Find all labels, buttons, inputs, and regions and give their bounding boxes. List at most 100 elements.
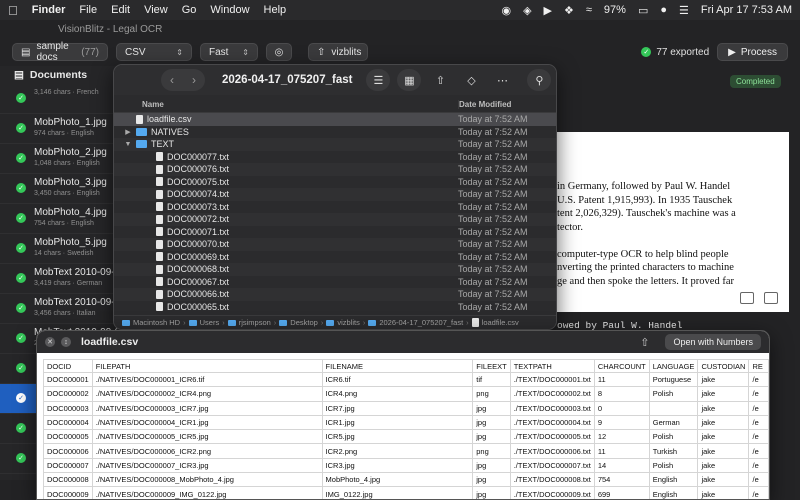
menu-view[interactable]: View: [144, 4, 168, 16]
document-list-item[interactable]: ✓ MobText 2010-09-01 3,456 chars · Italian: [0, 294, 117, 324]
process-button[interactable]: ▶ Process: [717, 43, 788, 61]
path-segment[interactable]: Macintosh HD: [133, 318, 180, 327]
copy-icon[interactable]: [764, 292, 778, 304]
completed-check-icon: ✓: [16, 183, 26, 193]
control-center-icon[interactable]: ☰: [679, 4, 689, 17]
battery-percent[interactable]: 97%: [604, 4, 626, 16]
back-arrow-icon[interactable]: ‹: [161, 73, 183, 87]
camera-icon[interactable]: ◉: [501, 4, 511, 17]
window-title: VisionBlitz - Legal OCR: [58, 23, 163, 35]
mode-select[interactable]: Fast ⇕: [200, 43, 258, 61]
csv-cell: jake: [697, 486, 750, 499]
tag-icon: ◇: [467, 74, 476, 87]
path-segment[interactable]: Desktop: [290, 318, 318, 327]
path-segment[interactable]: 2026-04-17_075207_fast: [379, 318, 463, 327]
path-segment[interactable]: Users: [200, 318, 220, 327]
menu-file[interactable]: File: [79, 4, 97, 16]
document-list-item[interactable]: ✓ MobPhoto_3.jpg 3,450 chars · English: [0, 174, 117, 204]
finder-row[interactable]: ▼ TEXT Today at 7:52 AM: [114, 138, 556, 151]
finder-row[interactable]: DOC000071.txt Today at 7:52 AM: [114, 226, 556, 239]
finder-row[interactable]: DOC000066.txt Today at 7:52 AM: [114, 288, 556, 301]
close-icon[interactable]: ✕: [45, 337, 55, 347]
finder-row[interactable]: DOC000076.txt Today at 7:52 AM: [114, 163, 556, 176]
finder-file-list: loadfile.csv Today at 7:52 AM ▶ NATIVES Toda…: [114, 113, 556, 313]
date-column-header[interactable]: Date Modified: [458, 100, 556, 109]
document-list-item[interactable]: ✓ MobPhoto_2.jpg 1,048 chars · English: [0, 144, 117, 174]
forward-arrow-icon[interactable]: ›: [183, 73, 205, 87]
share-button[interactable]: ⇧: [428, 69, 452, 91]
document-icon: [156, 164, 163, 174]
name-column-header[interactable]: Name: [114, 100, 458, 109]
finder-row-name-cell: ▼ TEXT: [114, 139, 458, 149]
disclosure-triangle-icon[interactable]: ▼: [124, 141, 132, 148]
csv-cell: jake: [697, 443, 750, 459]
path-separator-icon: ›: [273, 318, 277, 327]
text-view-icon[interactable]: [740, 292, 754, 304]
document-list-item[interactable]: ✓ MobPhoto_5.jpg 14 chars · Swedish: [0, 234, 117, 264]
play-icon[interactable]: ▶: [544, 4, 552, 17]
search-button[interactable]: ⚲: [527, 69, 552, 91]
finder-row[interactable]: ▶ NATIVES Today at 7:52 AM: [114, 126, 556, 139]
completed-check-icon: ✓: [16, 363, 26, 373]
finder-row[interactable]: DOC000065.txt Today at 7:52 AM: [114, 301, 556, 314]
document-list-icon: ▤: [14, 69, 24, 81]
finder-row[interactable]: DOC000067.txt Today at 7:52 AM: [114, 276, 556, 289]
tag-button[interactable]: ◇: [459, 69, 483, 91]
finder-row[interactable]: DOC000070.txt Today at 7:52 AM: [114, 238, 556, 251]
finder-row[interactable]: DOC000072.txt Today at 7:52 AM: [114, 213, 556, 226]
menu-app-name[interactable]: Finder: [32, 4, 66, 16]
document-meta: 3,456 chars · Italian: [34, 310, 96, 317]
finder-row[interactable]: loadfile.csv Today at 7:52 AM: [114, 113, 556, 126]
game-controller-icon[interactable]: ◈: [523, 4, 531, 17]
finder-row[interactable]: DOC000068.txt Today at 7:52 AM: [114, 263, 556, 276]
vizblits-button[interactable]: ⇧ vizblits: [308, 43, 368, 61]
csv-cell: /e: [748, 457, 769, 474]
document-icon: [156, 152, 163, 162]
folder-picker-button[interactable]: ▤ sample docs (77): [12, 41, 108, 63]
csv-cell: ./NATIVES/DOC000005_ICR5.jpg: [91, 429, 323, 445]
csv-column-header: FILEEXT: [472, 359, 511, 373]
finder-row[interactable]: DOC000075.txt Today at 7:52 AM: [114, 176, 556, 189]
finder-item-name: DOC000077.txt: [167, 151, 230, 162]
wifi-icon[interactable]: ≈: [586, 4, 592, 16]
document-meta: 3,146 chars · French: [34, 89, 99, 96]
menu-clock[interactable]: Fri Apr 17 7:53 AM: [701, 4, 792, 16]
list-view-button[interactable]: ☰: [366, 69, 391, 91]
document-list-item[interactable]: ✓ 3,146 chars · French: [0, 84, 117, 114]
disclosure-triangle-icon[interactable]: ▶: [124, 128, 132, 136]
csv-cell: German: [648, 414, 699, 431]
user-icon[interactable]: ●: [660, 4, 667, 16]
list-icon: ☰: [373, 74, 384, 87]
finder-row[interactable]: DOC000069.txt Today at 7:52 AM: [114, 251, 556, 264]
fullscreen-icon[interactable]: ↕: [61, 337, 71, 347]
more-button[interactable]: ⋯: [490, 69, 514, 91]
csv-cell: ./TEXT/DOC000006.txt: [509, 443, 595, 459]
finder-row[interactable]: DOC000074.txt Today at 7:52 AM: [114, 188, 556, 201]
path-segment[interactable]: vizblits: [337, 318, 360, 327]
document-icon: [156, 289, 163, 299]
bluetooth-icon[interactable]: ❖: [564, 4, 574, 17]
menu-window[interactable]: Window: [210, 4, 249, 16]
finder-row-name-cell: DOC000071.txt: [114, 227, 458, 237]
csv-cell: Polish: [648, 386, 699, 402]
menu-help[interactable]: Help: [264, 4, 287, 16]
document-list-item[interactable]: ✓ MobPhoto_1.jpg 974 chars · English: [0, 114, 117, 144]
share-icon[interactable]: ⇧: [640, 336, 649, 349]
document-list-item[interactable]: ✓ MobText 2010-09-01 3,419 chars · German: [0, 264, 117, 294]
menu-go[interactable]: Go: [182, 4, 197, 16]
path-segment[interactable]: loadfile.csv: [482, 318, 519, 327]
finder-row-name-cell: DOC000077.txt: [114, 152, 458, 162]
format-select[interactable]: CSV ⇕: [116, 43, 192, 61]
document-list-item[interactable]: ✓ MobPhoto_4.jpg 754 chars · English: [0, 204, 117, 234]
menu-edit[interactable]: Edit: [111, 4, 130, 16]
csv-cell: jpg: [472, 486, 511, 499]
apple-menu-icon[interactable]: : [8, 3, 18, 18]
path-segment[interactable]: rjsimpson: [239, 318, 271, 327]
finder-row[interactable]: DOC000077.txt Today at 7:52 AM: [114, 151, 556, 164]
settings-button[interactable]: ◎: [266, 43, 292, 61]
battery-icon[interactable]: ▭: [638, 4, 648, 17]
finder-row[interactable]: DOC000073.txt Today at 7:52 AM: [114, 201, 556, 214]
group-view-button[interactable]: ▦: [397, 69, 422, 91]
open-with-numbers-button[interactable]: Open with Numbers: [665, 334, 761, 350]
document-meta: 14 chars · Swedish: [34, 250, 94, 257]
